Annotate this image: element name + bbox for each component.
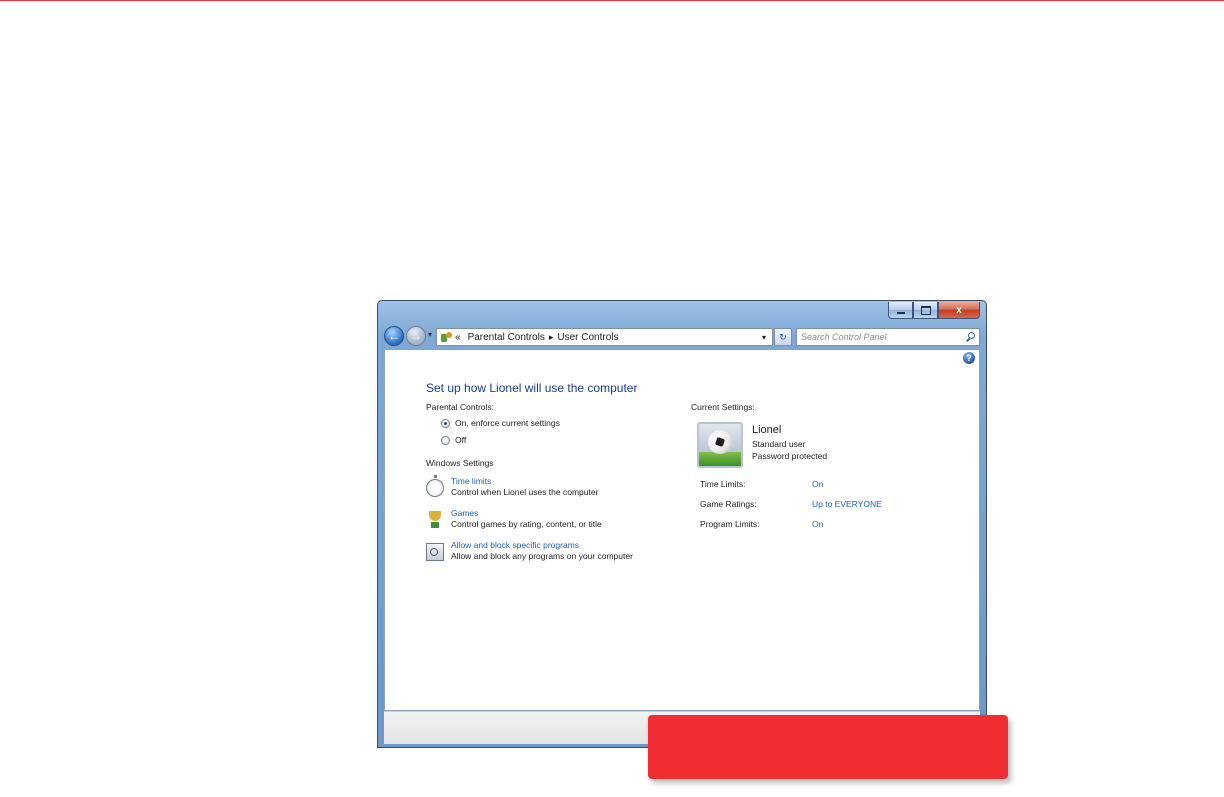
time-limits-status-label: Time Limits:: [700, 479, 746, 489]
programs-icon: [426, 543, 444, 561]
program-limits-status-value[interactable]: On: [812, 519, 823, 529]
games-link[interactable]: Games: [451, 508, 602, 519]
search-box[interactable]: [796, 328, 980, 346]
window-controls: x: [888, 302, 980, 319]
forward-arrow-icon: →: [410, 329, 422, 343]
setting-programs: Allow and block specific programs Allow …: [426, 540, 633, 562]
breadcrumb-separator-icon[interactable]: ▸: [549, 332, 554, 343]
game-ratings-status-label: Game Ratings:: [700, 499, 757, 509]
radio-off-button[interactable]: [441, 435, 450, 445]
radio-on-label[interactable]: On, enforce current settings: [455, 418, 560, 428]
search-input[interactable]: [801, 332, 961, 342]
close-button[interactable]: x: [938, 302, 980, 319]
navigation-bar: ← → ▾ « Parental Controls ▸ User Control…: [384, 325, 980, 347]
page-title: Set up how Lionel will use the computer: [426, 381, 638, 395]
minimize-icon: [896, 312, 905, 314]
back-button[interactable]: ←: [384, 326, 404, 346]
refresh-icon: ↻: [779, 331, 787, 342]
time-limits-link[interactable]: Time limits: [451, 476, 598, 487]
setting-time-limits: Time limits Control when Lionel uses the…: [426, 475, 599, 498]
radio-on-option[interactable]: On, enforce current settings: [441, 418, 560, 428]
close-icon: x: [956, 304, 962, 316]
content-pane: ? Set up how Lionel will use the compute…: [384, 349, 980, 711]
parental-controls-window: x ← → ▾ « Parental Controls ▸ User Contr…: [377, 300, 987, 748]
recent-pages-dropdown[interactable]: ▾: [428, 330, 432, 339]
maximize-button[interactable]: [913, 302, 938, 319]
user-account-type: Standard user: [752, 439, 806, 449]
radio-off-option[interactable]: Off: [441, 435, 466, 445]
radio-on-button[interactable]: [441, 418, 450, 428]
radio-off-label[interactable]: Off: [455, 435, 466, 445]
game-ratings-status-value[interactable]: Up to EVERYONE: [812, 499, 882, 509]
minimize-button[interactable]: [888, 302, 913, 319]
program-limits-status-label: Program Limits:: [700, 519, 760, 529]
search-icon[interactable]: [965, 331, 976, 343]
user-name: Lionel: [752, 424, 782, 436]
stopwatch-icon: [426, 475, 444, 497]
allow-block-programs-link[interactable]: Allow and block specific programs: [451, 540, 633, 551]
top-rule: [0, 0, 1224, 1]
breadcrumb-parental-controls[interactable]: Parental Controls: [468, 332, 545, 343]
back-arrow-icon: ←: [388, 329, 400, 343]
maximize-icon: [920, 305, 931, 315]
trophy-icon: [426, 511, 444, 529]
time-limits-status-value[interactable]: On: [812, 479, 823, 489]
help-icon[interactable]: ?: [963, 352, 975, 364]
address-bar[interactable]: « Parental Controls ▸ User Controls ▾: [436, 328, 773, 346]
games-description: Control games by rating, content, or tit…: [451, 519, 602, 529]
callout-box: [648, 715, 1008, 779]
user-password-status: Password protected: [752, 451, 828, 461]
refresh-button[interactable]: ↻: [774, 328, 792, 346]
parental-controls-label: Parental Controls:: [426, 402, 495, 412]
soccer-ball-avatar: [708, 430, 732, 454]
control-panel-icon: [441, 331, 452, 343]
setting-games: Games Control games by rating, content, …: [426, 508, 602, 530]
allow-block-programs-description: Allow and block any programs on your com…: [451, 551, 633, 561]
forward-button[interactable]: →: [406, 326, 426, 346]
time-limits-description: Control when Lionel uses the computer: [451, 487, 599, 497]
breadcrumb-user-controls[interactable]: User Controls: [557, 332, 618, 343]
address-dropdown-button[interactable]: ▾: [756, 333, 772, 342]
breadcrumb-overflow[interactable]: «: [455, 332, 461, 343]
current-settings-label: Current Settings:: [691, 402, 755, 412]
user-avatar: [697, 422, 743, 468]
windows-settings-label: Windows Settings: [426, 458, 494, 468]
